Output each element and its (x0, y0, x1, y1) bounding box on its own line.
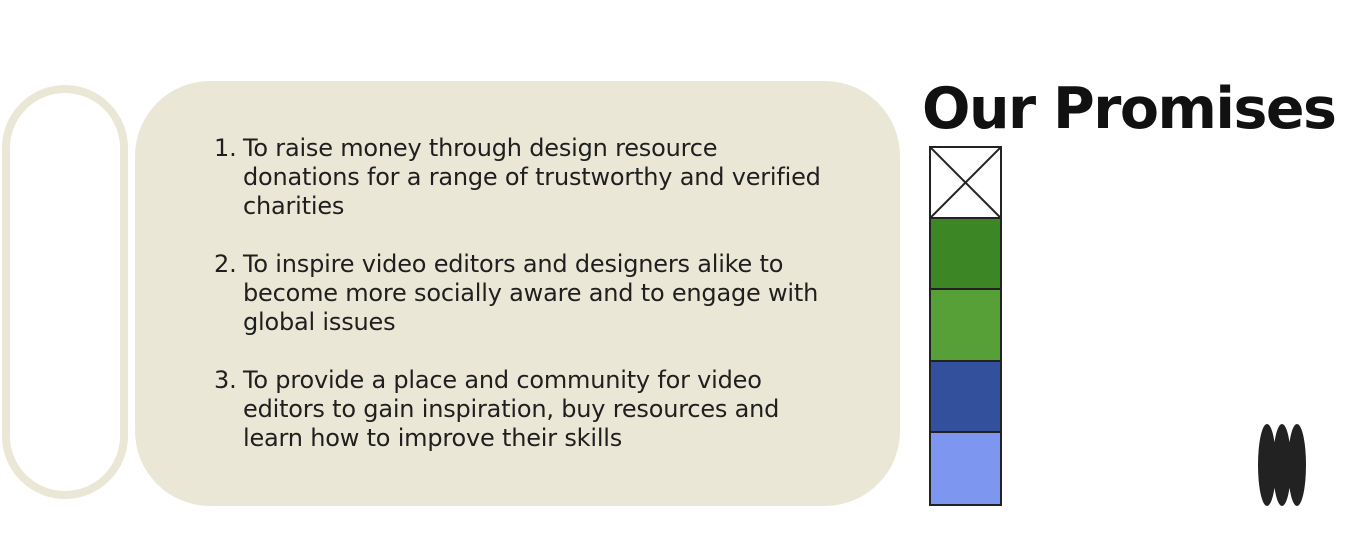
color-palette (929, 146, 1002, 506)
triple-ellipse-logo-icon (1257, 423, 1307, 507)
swatch-dark-blue (931, 361, 1000, 433)
swatch-dark-green (931, 219, 1000, 291)
swatch-green (931, 290, 1000, 362)
promise-number: 3. (214, 366, 237, 394)
page-title: Our Promises (922, 76, 1337, 142)
decorative-pill-outline (2, 85, 128, 499)
promise-item-3: 3. To provide a place and community for … (214, 366, 834, 453)
promise-item-2: 2. To inspire video editors and designer… (214, 250, 834, 337)
promise-text: To provide a place and community for vid… (243, 366, 780, 452)
promise-text: To inspire video editors and designers a… (243, 250, 819, 336)
swatch-light-blue (931, 432, 1000, 504)
swatch-empty (931, 148, 1000, 220)
promises-list: 1. To raise money through design resourc… (214, 134, 834, 482)
promise-text: To raise money through design resource d… (243, 134, 821, 220)
promise-number: 1. (214, 134, 237, 162)
promise-item-1: 1. To raise money through design resourc… (214, 134, 834, 221)
crossed-box-icon (931, 148, 1000, 218)
promise-number: 2. (214, 250, 237, 278)
